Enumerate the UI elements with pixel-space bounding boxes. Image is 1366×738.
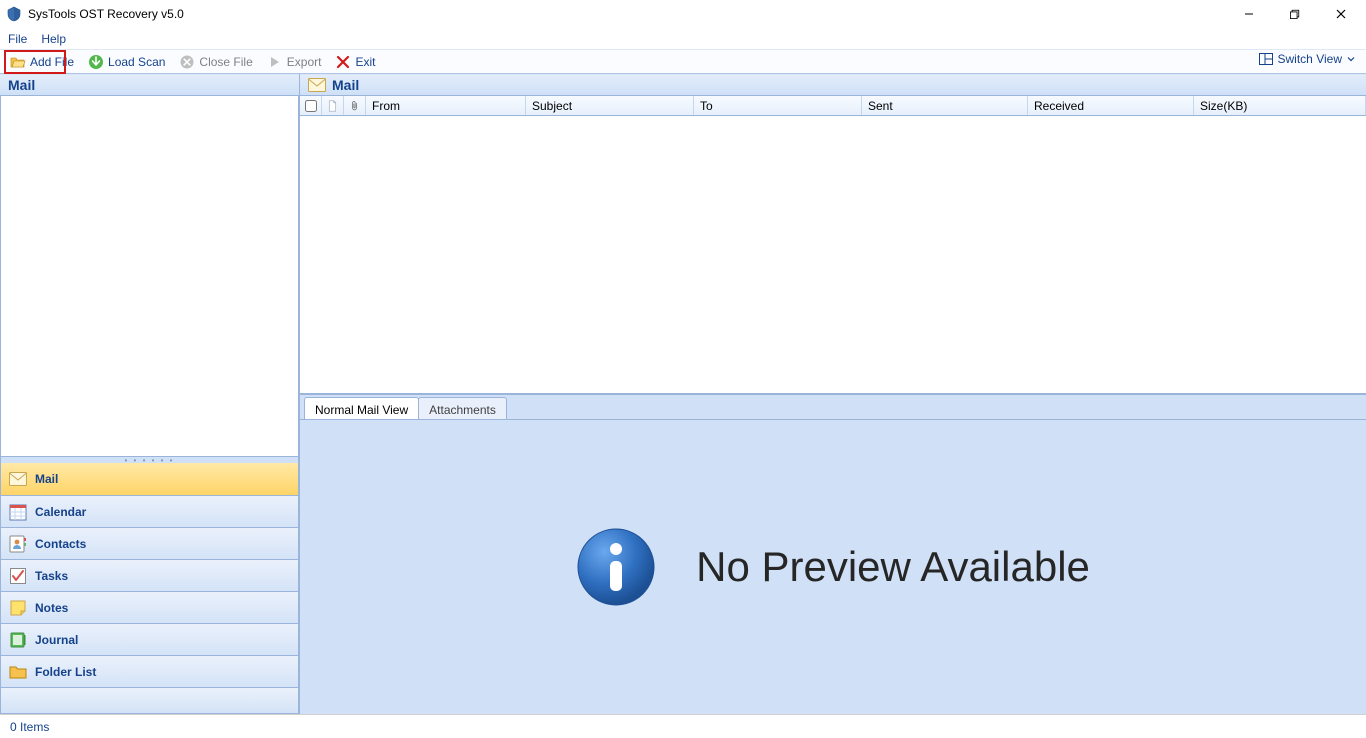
column-to[interactable]: To [694,96,862,115]
column-checkbox[interactable] [300,96,322,115]
maximize-button[interactable] [1272,0,1318,28]
export-label: Export [287,55,322,69]
export-icon [267,54,283,70]
column-sent[interactable]: Sent [862,96,1028,115]
load-scan-label: Load Scan [108,55,165,69]
nav-tasks[interactable]: Tasks [1,559,298,591]
close-button[interactable] [1318,0,1364,28]
mail-icon [9,470,27,488]
folder-open-icon [10,54,26,70]
load-scan-button[interactable]: Load Scan [84,53,169,71]
down-arrow-icon [88,54,104,70]
tab-normal-mail-view[interactable]: Normal Mail View [304,397,419,419]
nav-list: Mail Calendar Contacts Tasks Notes Journ… [0,463,299,714]
close-file-icon [179,54,195,70]
folder-icon [9,663,27,681]
tasks-icon [9,567,27,585]
nav-calendar-label: Calendar [35,505,86,519]
notes-icon [9,599,27,617]
menu-file[interactable]: File [8,32,27,46]
nav-contacts[interactable]: Contacts [1,527,298,559]
column-from[interactable]: From [366,96,526,115]
preview-pane: No Preview Available [300,420,1366,714]
nav-journal[interactable]: Journal [1,623,298,655]
close-file-label: Close File [199,55,252,69]
column-attachment-icon[interactable] [344,96,366,115]
nav-mail[interactable]: Mail [1,463,298,495]
info-icon [576,527,656,607]
tab-attachments[interactable]: Attachments [418,397,507,419]
left-panel-title: Mail [8,77,35,93]
journal-icon [9,631,27,649]
column-item-icon[interactable] [322,96,344,115]
close-file-button[interactable]: Close File [175,53,256,71]
nav-notes-label: Notes [35,601,68,615]
nav-mail-label: Mail [35,472,58,486]
add-file-button[interactable]: Add File [6,53,78,71]
mail-panel-header: Mail [300,74,1366,96]
mail-list[interactable] [300,116,1366,394]
nav-folder-list[interactable]: Folder List [1,655,298,687]
folder-tree[interactable] [0,96,299,457]
minimize-button[interactable] [1226,0,1272,28]
column-subject[interactable]: Subject [526,96,694,115]
app-icon [6,6,22,22]
window-title: SysTools OST Recovery v5.0 [28,7,184,21]
nav-pad [1,687,298,713]
nav-tasks-label: Tasks [35,569,68,583]
exit-label: Exit [355,55,375,69]
titlebar: SysTools OST Recovery v5.0 [0,0,1366,28]
status-items: 0 Items [10,720,49,734]
nav-notes[interactable]: Notes [1,591,298,623]
contacts-icon [9,535,27,553]
nav-folder-list-label: Folder List [35,665,96,679]
column-received[interactable]: Received [1028,96,1194,115]
add-file-label: Add File [30,55,74,69]
preview-message: No Preview Available [696,543,1090,591]
left-panel: Mail • • • • • • Mail Calendar Contacts … [0,74,300,714]
nav-contacts-label: Contacts [35,537,86,551]
mail-column-header: From Subject To Sent Received Size(KB) [300,96,1366,116]
mail-panel-title: Mail [332,77,359,93]
nav-journal-label: Journal [35,633,78,647]
right-panel: Mail From Subject To Sent Received Size(… [300,74,1366,714]
preview-tabstrip: Normal Mail View Attachments [300,394,1366,420]
toolbar: Add File Load Scan Close File Export Exi… [0,50,1366,74]
left-panel-header: Mail [0,74,299,96]
column-size[interactable]: Size(KB) [1194,96,1366,115]
switch-view-button[interactable]: Switch View [1254,50,1360,68]
export-button[interactable]: Export [263,53,326,71]
exit-button[interactable]: Exit [331,53,379,71]
chevron-down-icon [1346,51,1356,67]
switch-view-icon [1258,51,1274,67]
menubar: File Help [0,28,1366,50]
exit-icon [335,54,351,70]
switch-view-label: Switch View [1278,52,1342,66]
status-bar: 0 Items [0,714,1366,738]
menu-help[interactable]: Help [41,32,66,46]
mail-icon [308,78,326,92]
workarea: Mail • • • • • • Mail Calendar Contacts … [0,74,1366,714]
nav-calendar[interactable]: Calendar [1,495,298,527]
calendar-icon [9,503,27,521]
